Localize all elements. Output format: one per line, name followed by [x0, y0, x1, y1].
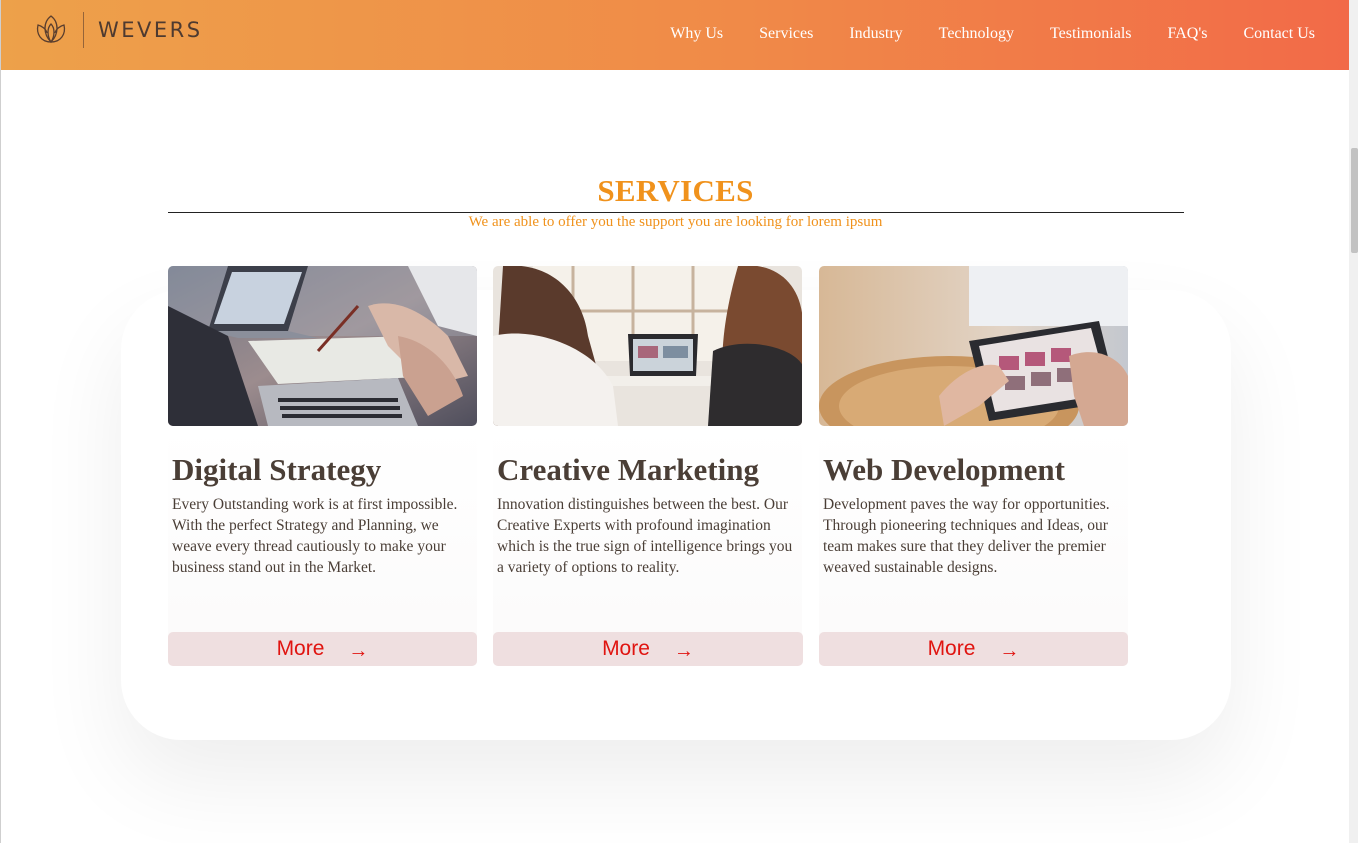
more-button-label: More [276, 637, 325, 660]
nav-technology[interactable]: Technology [939, 25, 1014, 43]
scrollbar-thumb[interactable] [1351, 148, 1358, 253]
more-button[interactable]: More → [493, 632, 803, 666]
arrow-right-icon: → [673, 639, 694, 662]
page: WEVERS Why Us Services Industry Technolo… [0, 0, 1349, 843]
card-image-women-at-laptop [493, 266, 802, 426]
card-description: Development paves the way for opportunit… [823, 496, 1110, 576]
more-button-label: More [927, 637, 976, 660]
nav-industry[interactable]: Industry [849, 25, 902, 43]
top-navbar: WEVERS Why Us Services Industry Technolo… [1, 0, 1349, 70]
card-title: Web Development [823, 452, 1065, 487]
main-nav: Why Us Services Industry Technology Test… [634, 25, 1315, 43]
arrow-right-icon: → [348, 639, 369, 662]
nav-why-us[interactable]: Why Us [670, 25, 723, 43]
more-button[interactable]: More → [819, 632, 1128, 666]
scrollbar-track[interactable] [1349, 0, 1358, 843]
section-title: SERVICES [597, 173, 754, 208]
logo-divider [83, 12, 84, 48]
lotus-logo-icon [36, 15, 66, 44]
nav-testimonials[interactable]: Testimonials [1050, 25, 1132, 43]
arrow-right-icon: → [999, 639, 1020, 662]
service-card-creative-marketing: Creative Marketing Innovation distinguis… [493, 266, 803, 666]
more-button-label: More [602, 637, 650, 660]
nav-faqs[interactable]: FAQ's [1168, 25, 1208, 43]
nav-contact-us[interactable]: Contact Us [1243, 25, 1315, 43]
card-image-tablet [819, 266, 1128, 426]
card-image-laptop-planning [168, 266, 477, 426]
service-card-web-development: Web Development Development paves the wa… [819, 266, 1128, 666]
nav-services[interactable]: Services [759, 25, 813, 43]
service-card-digital-strategy: Digital Strategy Every Outstanding work … [168, 266, 477, 666]
card-description: Innovation distinguishes between the bes… [497, 496, 793, 576]
brand-logo[interactable]: WEVERS [33, 12, 203, 48]
more-button[interactable]: More → [168, 632, 477, 666]
card-description: Every Outstanding work is at first impos… [172, 496, 458, 576]
brand-name: WEVERS [98, 18, 203, 42]
title-divider [168, 212, 1184, 213]
section-subtitle: We are able to offer you the support you… [468, 214, 883, 230]
card-title: Digital Strategy [172, 452, 382, 487]
card-title: Creative Marketing [497, 452, 759, 487]
